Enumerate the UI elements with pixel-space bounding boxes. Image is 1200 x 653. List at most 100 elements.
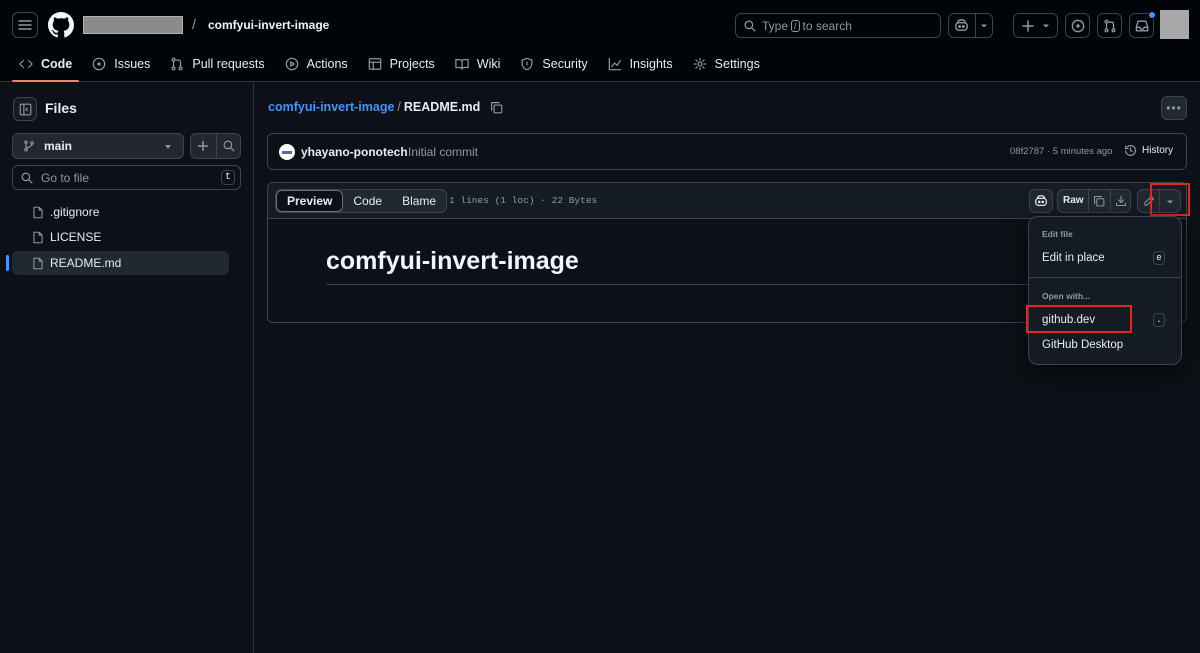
commit-sha-time[interactable]: 08f2787 · 5 minutes ago xyxy=(1010,146,1112,157)
tab-label: Projects xyxy=(389,57,435,71)
go-to-file-input[interactable]: Go to file t xyxy=(12,165,241,190)
global-header: / comfyui-invert-image Type / to search … xyxy=(0,0,1200,82)
annotation-highlight-dropdown-trigger xyxy=(1150,183,1190,216)
graph-icon xyxy=(608,57,621,71)
copy-path-icon[interactable] xyxy=(490,101,503,114)
hamburger-icon xyxy=(18,20,32,30)
view-mode-segmented-control: Preview Code Blame xyxy=(275,189,448,213)
commit-author[interactable]: yhayano-ponotech xyxy=(301,145,408,159)
group-divider xyxy=(1088,190,1089,212)
breadcrumb-file-name: README.md xyxy=(403,100,481,114)
gear-icon xyxy=(693,57,706,71)
menu-divider xyxy=(1029,277,1181,278)
issue-opened-icon xyxy=(1071,19,1084,32)
tab-issues[interactable]: Issues xyxy=(85,50,157,78)
breadcrumb-separator: / xyxy=(397,100,401,114)
tab-label: Insights xyxy=(629,57,673,71)
breadcrumb-repo-link[interactable]: comfyui-invert-image xyxy=(268,100,394,114)
tab-label: Wiki xyxy=(476,57,501,71)
raw-button[interactable]: Raw xyxy=(1063,195,1084,206)
raw-copy-download-group: Raw xyxy=(1057,189,1131,213)
mode-blame-button[interactable]: Blame xyxy=(392,190,446,212)
group-divider xyxy=(1110,190,1111,212)
code-icon xyxy=(19,59,33,69)
mode-preview-button[interactable]: Preview xyxy=(276,190,344,212)
owner-name-redacted[interactable] xyxy=(83,16,183,34)
copilot-divider xyxy=(975,14,976,37)
tab-code[interactable]: Code xyxy=(12,50,80,82)
git-pull-request-icon xyxy=(1103,19,1116,32)
copy-icon[interactable] xyxy=(1093,195,1105,207)
search-icon xyxy=(744,20,756,32)
chevron-down-icon xyxy=(1042,24,1049,27)
file-name: .gitignore xyxy=(50,205,100,219)
tab-security[interactable]: Security xyxy=(513,50,594,78)
create-new-button[interactable] xyxy=(1013,13,1058,38)
history-button[interactable]: History xyxy=(1124,144,1173,157)
collapse-sidebar-button[interactable] xyxy=(13,97,37,121)
tab-projects[interactable]: Projects xyxy=(361,50,442,78)
user-avatar[interactable] xyxy=(1160,10,1189,39)
menu-item-github-desktop[interactable]: GitHub Desktop xyxy=(1042,339,1123,351)
menu-button[interactable] xyxy=(12,12,38,38)
branch-name: main xyxy=(44,139,73,153)
commit-message[interactable]: Initial commit xyxy=(408,145,478,159)
tab-actions[interactable]: Actions xyxy=(278,50,355,78)
tab-pull-requests[interactable]: Pull requests xyxy=(163,50,271,78)
kebab-horizontal-icon: ••• xyxy=(1166,101,1182,115)
history-icon xyxy=(1125,145,1136,156)
your-issues-button[interactable] xyxy=(1065,13,1090,38)
issue-opened-icon xyxy=(92,57,106,71)
table-icon xyxy=(368,58,381,70)
your-pull-requests-button[interactable] xyxy=(1097,13,1122,38)
search-placeholder-prefix: Type xyxy=(762,18,789,33)
latest-commit-bar: yhayano-ponotech Initial commit 08f2787 … xyxy=(267,133,1187,170)
tab-label: Code xyxy=(41,57,73,71)
git-pull-request-icon xyxy=(171,57,183,71)
github-logo-icon[interactable] xyxy=(48,12,74,38)
more-options-button[interactable]: ••• xyxy=(1161,96,1187,120)
tab-settings[interactable]: Settings xyxy=(686,50,767,78)
heading-rule xyxy=(326,284,1036,285)
tab-wiki[interactable]: Wiki xyxy=(448,50,508,78)
plus-icon[interactable] xyxy=(197,140,209,152)
copilot-ask-button[interactable] xyxy=(1029,189,1053,213)
copilot-button[interactable] xyxy=(948,13,993,38)
repo-name-link[interactable]: comfyui-invert-image xyxy=(208,18,329,32)
group-divider xyxy=(216,134,217,158)
menu-heading-edit-file: Edit file xyxy=(1042,229,1073,239)
branch-selector[interactable]: main xyxy=(12,133,184,159)
file-item-license[interactable]: LICENSE xyxy=(12,225,229,249)
commit-author-avatar[interactable] xyxy=(279,144,295,160)
git-branch-icon xyxy=(24,140,34,152)
search-placeholder-suffix: to search xyxy=(802,18,852,33)
file-tree-sidebar: Files main Go to file t .gitignore LICEN… xyxy=(0,83,254,653)
search-icon[interactable] xyxy=(223,140,235,152)
tab-label: Pull requests xyxy=(192,57,265,71)
go-to-file-kbd: t xyxy=(221,170,235,185)
caret-down-icon xyxy=(165,145,171,149)
book-icon xyxy=(455,59,469,70)
mode-code-button[interactable]: Code xyxy=(343,190,392,212)
annotation-highlight-github-dev xyxy=(1026,305,1132,333)
search-input[interactable]: Type / to search xyxy=(735,13,941,38)
edit-in-place-kbd: e xyxy=(1153,251,1165,265)
chevron-down-icon[interactable] xyxy=(980,23,988,29)
shield-icon xyxy=(521,57,533,71)
go-to-file-placeholder: Go to file xyxy=(41,170,90,185)
breadcrumb: comfyui-invert-image / README.md xyxy=(268,100,503,114)
file-item-readme[interactable]: README.md xyxy=(6,251,229,275)
file-name: README.md xyxy=(50,256,122,270)
menu-item-edit-in-place[interactable]: Edit in place xyxy=(1042,252,1105,264)
tab-label: Actions xyxy=(306,57,348,71)
tab-insights[interactable]: Insights xyxy=(601,50,680,78)
sidebar-actions-group xyxy=(190,133,241,159)
download-icon[interactable] xyxy=(1115,195,1127,207)
menu-heading-open-with: Open with... xyxy=(1042,291,1091,301)
plus-icon xyxy=(1021,19,1034,32)
inbox-icon xyxy=(1135,20,1148,31)
file-icon xyxy=(33,231,43,243)
tab-label: Issues xyxy=(114,57,151,71)
file-stats: 1 lines (1 loc) · 22 Bytes xyxy=(449,195,598,206)
file-item-gitignore[interactable]: .gitignore xyxy=(12,200,229,224)
